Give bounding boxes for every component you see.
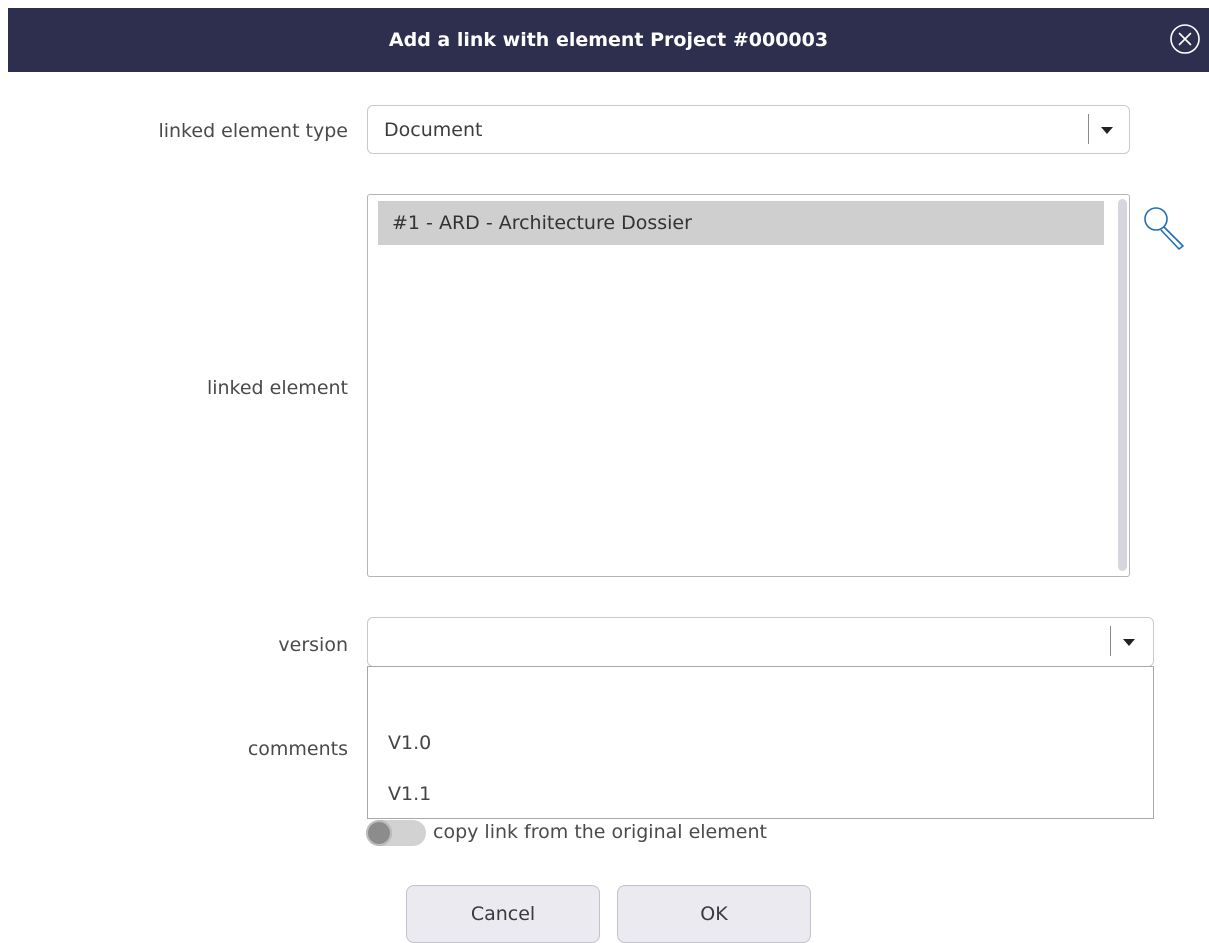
ok-button[interactable]: OK	[617, 885, 811, 943]
toggle-knob	[366, 820, 392, 846]
cancel-button[interactable]: Cancel	[406, 885, 600, 943]
copy-link-toggle[interactable]	[366, 820, 426, 846]
linked-element-label: linked element	[206, 377, 348, 399]
linked-element-type-label: linked element type	[158, 120, 348, 142]
version-label: version	[278, 634, 348, 656]
chevron-down-icon[interactable]	[1101, 127, 1113, 134]
version-select[interactable]	[367, 617, 1154, 667]
close-button[interactable]	[1169, 23, 1201, 55]
list-item[interactable]: #1 - ARD - Architecture Dossier	[378, 201, 1104, 245]
version-dropdown-list[interactable]: V1.0 V1.1	[367, 666, 1154, 819]
linked-element-type-select[interactable]: Document	[367, 105, 1130, 154]
version-option[interactable]: V1.0	[388, 732, 431, 754]
dialog-title: Add a link with element Project #000003	[388, 29, 829, 51]
chevron-down-icon[interactable]	[1123, 639, 1135, 646]
scrollbar[interactable]	[1118, 199, 1127, 571]
search-button[interactable]	[1141, 203, 1189, 253]
circle-x-icon	[1170, 24, 1200, 54]
select-divider	[1088, 114, 1089, 144]
linked-element-listbox[interactable]: #1 - ARD - Architecture Dossier	[367, 194, 1130, 577]
magnifier-icon	[1144, 207, 1184, 250]
version-option[interactable]: V1.1	[388, 783, 431, 805]
dialog-titlebar: Add a link with element Project #000003	[8, 8, 1209, 72]
version-option-empty[interactable]	[388, 687, 1128, 717]
comments-label: comments	[247, 738, 348, 760]
linked-element-type-value: Document	[384, 119, 483, 141]
select-divider	[1110, 626, 1111, 656]
copy-link-label: copy link from the original element	[433, 821, 767, 843]
